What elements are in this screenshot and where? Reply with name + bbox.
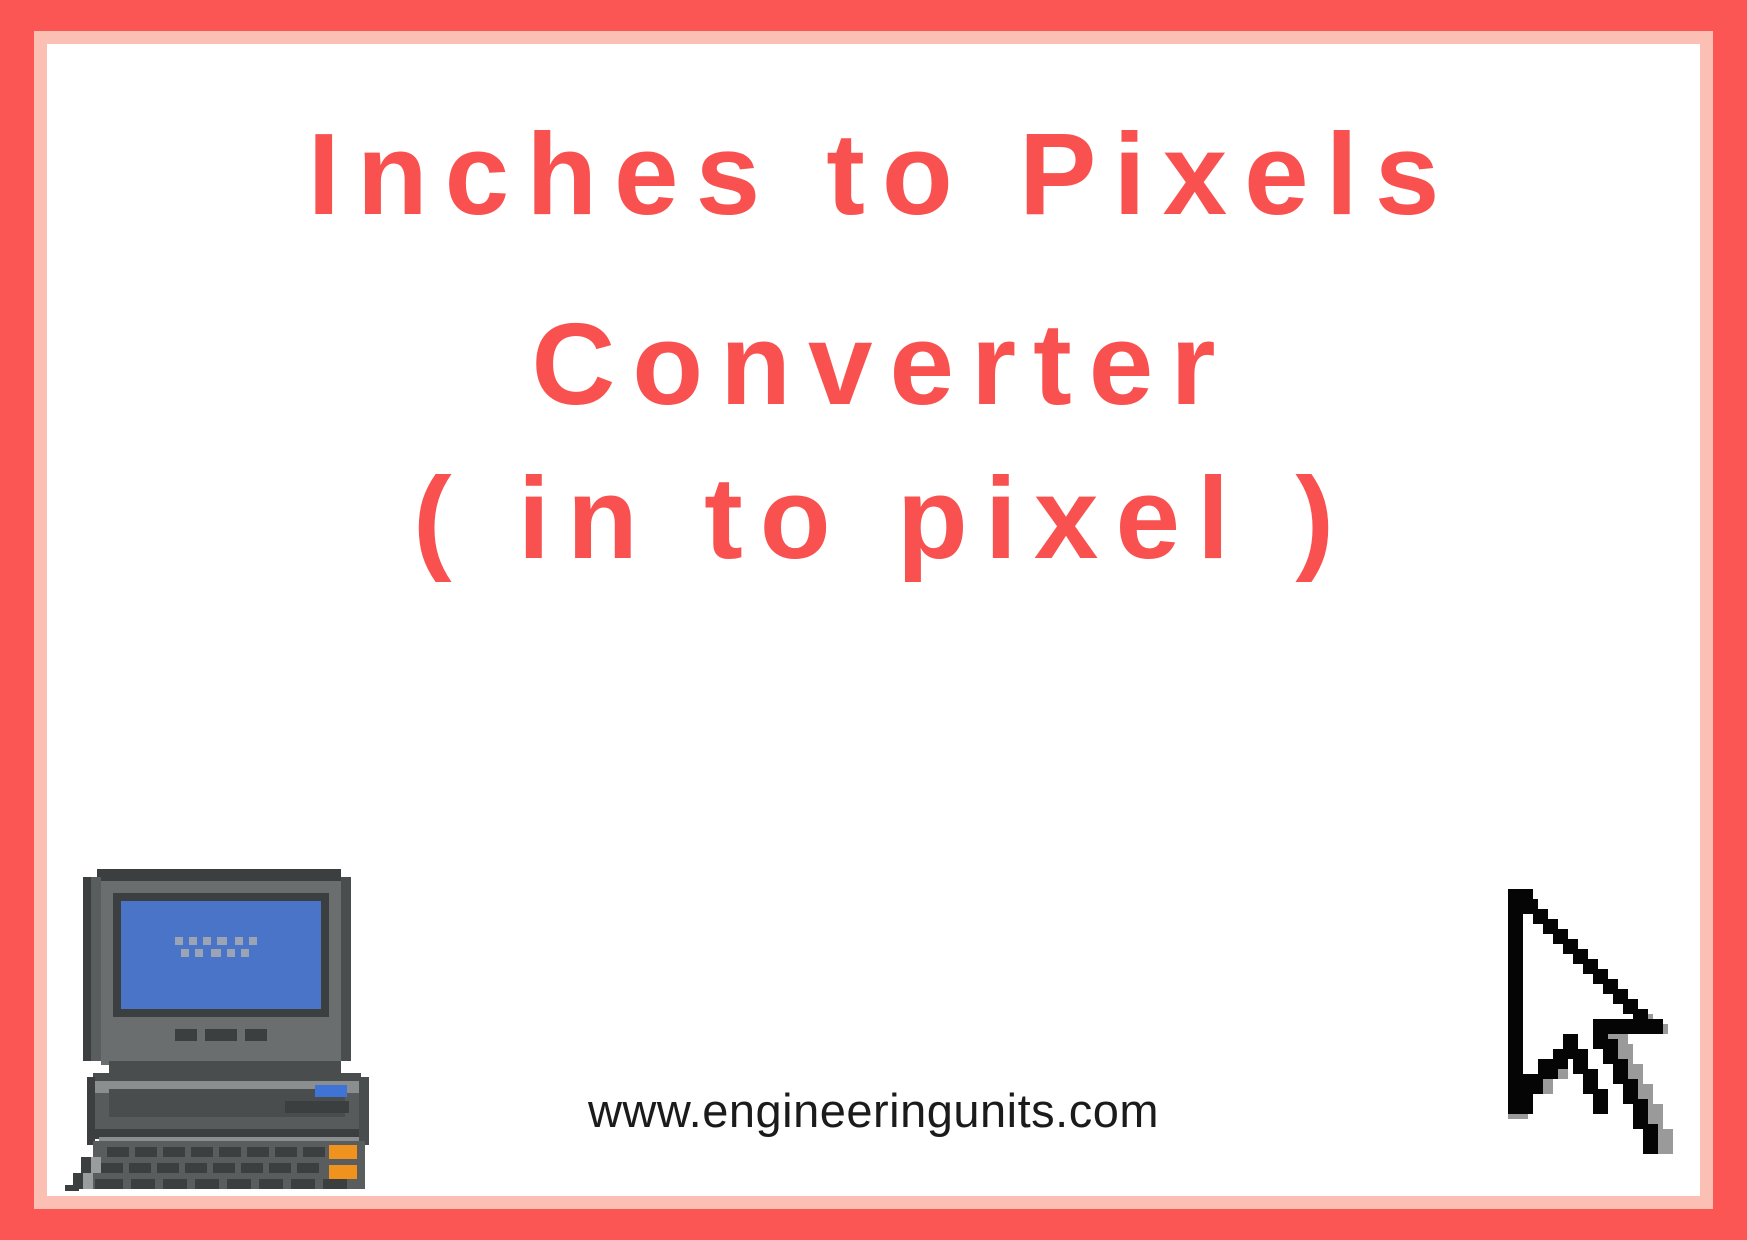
title-line-3: ( in to pixel ): [412, 453, 1352, 583]
poster-frame: Inches to Pixels Converter ( in to pixel…: [0, 0, 1747, 1240]
page-title: Inches to Pixels Converter ( in to pixel…: [47, 116, 1700, 576]
retro-computer-icon: [65, 861, 385, 1191]
poster-canvas: Inches to Pixels Converter ( in to pixel…: [47, 44, 1700, 1196]
title-line-2: Converter: [531, 299, 1233, 429]
mouse-pointer-icon: [1498, 884, 1688, 1184]
title-line-1: Inches to Pixels: [307, 109, 1457, 239]
